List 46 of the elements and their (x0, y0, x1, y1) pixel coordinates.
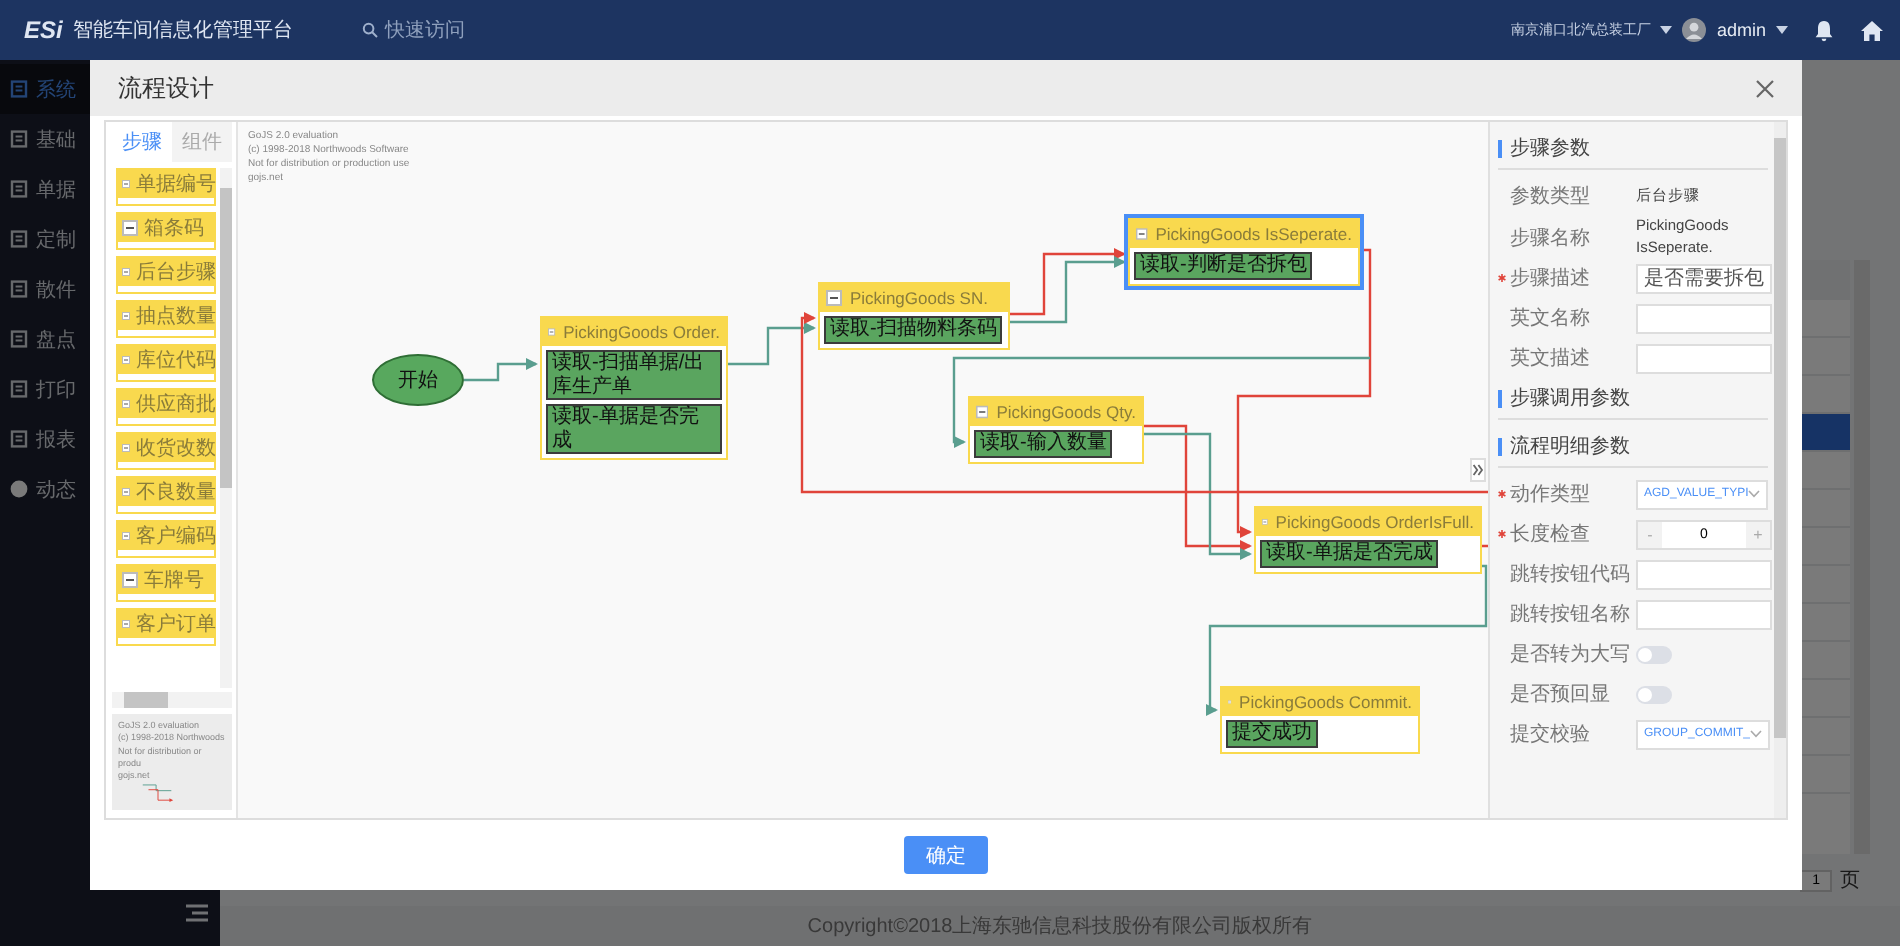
field-label: 步骤描述 (1510, 265, 1592, 292)
dialog-title: 流程设计 (118, 71, 214, 105)
field-label: 英文描述 (1510, 345, 1592, 372)
step-label: 客户编码 (136, 523, 216, 549)
logo: ESi (24, 16, 63, 44)
node-title: PickingGoods IsSeperate. (1155, 224, 1352, 244)
step-label: 单据编号 (136, 171, 216, 197)
sidebar-label: 打印 (36, 377, 76, 403)
sidebar-label: 系统 (36, 77, 76, 103)
page-unit-label: 页 (1840, 868, 1860, 894)
sidebar-label: 报表 (36, 427, 76, 453)
sidebar-label: 定制 (36, 227, 76, 253)
step-label: 客户订单 (136, 611, 216, 637)
step-label: 箱条码 (144, 215, 204, 241)
app-title: 智能车间信息化管理平台 (72, 17, 293, 44)
step-label: 不良数量 (136, 479, 216, 505)
sidebar-label: 动态 (36, 477, 76, 503)
step-label: 库位代码 (136, 347, 216, 373)
sidebar-label: 散件 (36, 277, 76, 303)
field-label: 提交校验 (1510, 721, 1592, 748)
field-label: 跳转按钮代码 (1510, 561, 1632, 588)
field-label: 英文名称 (1510, 305, 1592, 332)
section-heading: 流程明细参数 (1510, 433, 1630, 460)
field-label: 是否预回显 (1510, 682, 1612, 708)
field-label: 参数类型 (1510, 183, 1592, 210)
step-label: 抽点数量 (136, 303, 216, 329)
step-label: 后台步骤 (136, 259, 216, 285)
section-heading: 步骤参数 (1510, 135, 1590, 162)
sidebar-label: 单据 (36, 177, 76, 203)
step-label: 收货改数 (136, 435, 216, 461)
node-title: PickingGoods Order. (563, 322, 720, 342)
node-title: PickingGoods Commit. (1239, 692, 1412, 712)
field-label: 步骤名称 (1510, 225, 1592, 251)
section-heading: 步骤调用参数 (1510, 385, 1630, 412)
field-label: 跳转按钮名称 (1510, 601, 1632, 628)
field-label: 长度检查 (1510, 521, 1592, 548)
node-title: PickingGoods Qty. (996, 402, 1136, 422)
step-label: 供应商批 (136, 391, 216, 417)
sidebar-label: 盘点 (36, 327, 76, 353)
step-label: 车牌号 (144, 567, 204, 593)
node-title: PickingGoods OrderIsFull. (1275, 512, 1474, 532)
field-label: 是否转为大写 (1510, 641, 1632, 668)
copyright-text: Copyright©2018上海东驰信息科技股份有限公司版权所有 (807, 913, 1313, 940)
field-label: 动作类型 (1510, 481, 1592, 508)
node-title: PickingGoods SN. (850, 288, 988, 308)
sidebar-label: 基础 (36, 127, 76, 153)
